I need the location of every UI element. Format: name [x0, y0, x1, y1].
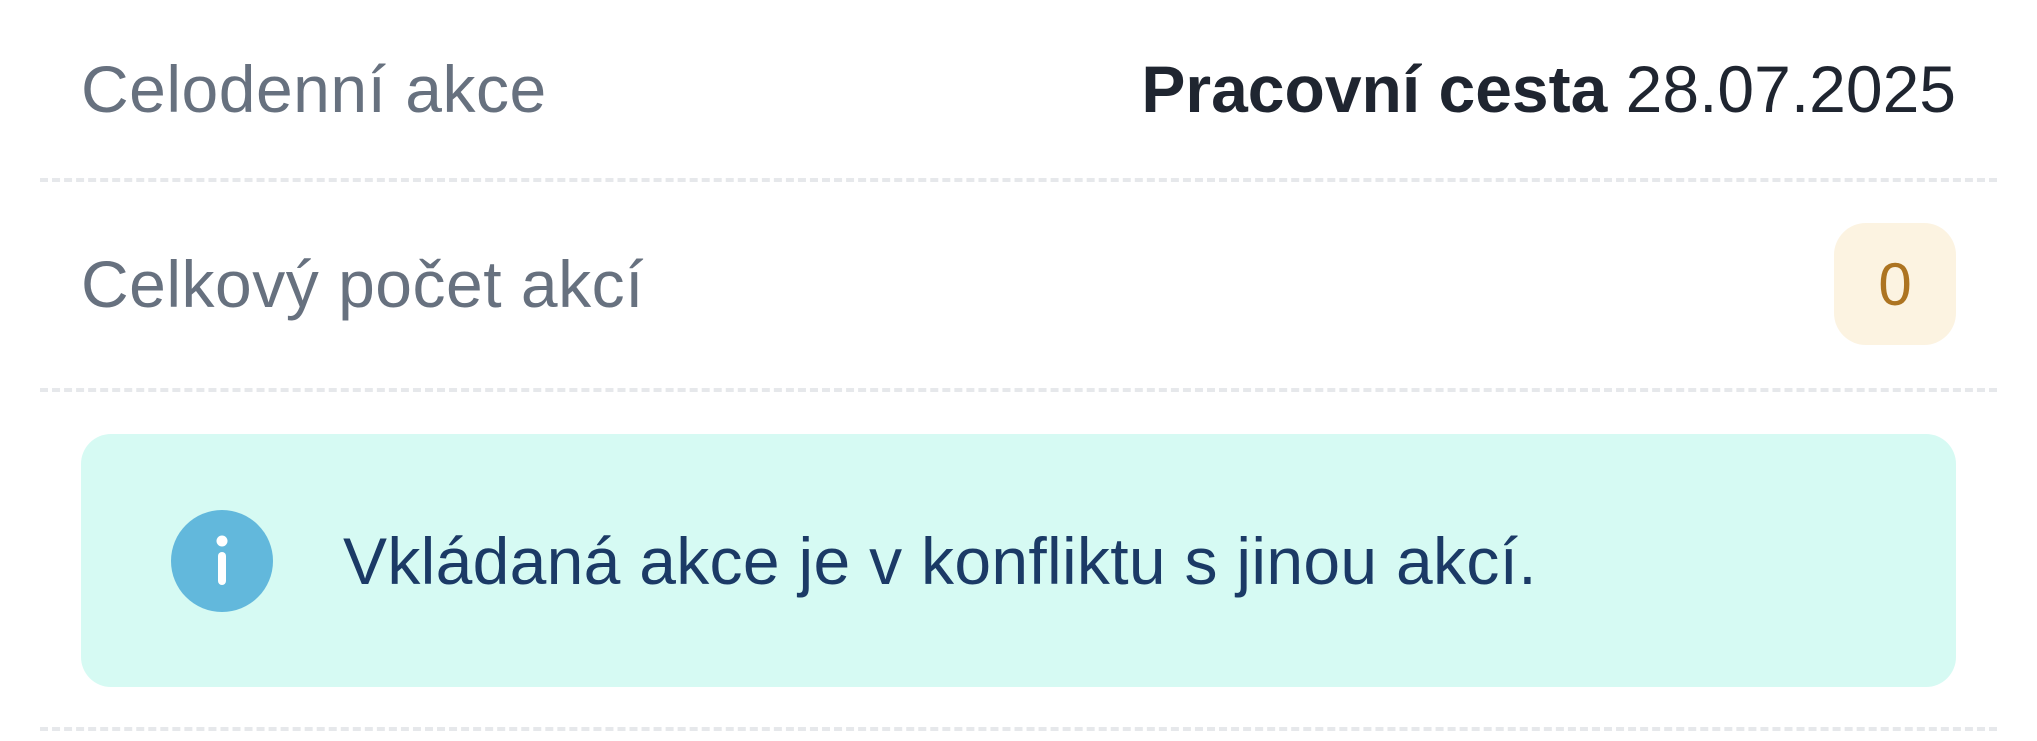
- row-divider: [40, 388, 1997, 392]
- info-icon: [171, 509, 273, 612]
- total-events-label: Celkový počet akcí: [81, 247, 644, 321]
- event-name: Pracovní cesta: [1141, 52, 1608, 126]
- conflict-alert: Vkládaná akce je v konfliktu s jinou akc…: [81, 434, 1956, 687]
- total-events-count-badge: 0: [1834, 223, 1956, 345]
- all-day-event-value: Pracovní cesta 28.07.2025: [1141, 51, 1956, 127]
- event-date: 28.07.2025: [1625, 52, 1956, 126]
- alert-message: Vkládaná akce je v konfliktu s jinou akc…: [343, 523, 1537, 598]
- total-events-row: Celkový počet akcí 0: [40, 180, 1997, 388]
- row-divider: [40, 727, 1997, 731]
- all-day-event-label: Celodenní akce: [81, 52, 547, 126]
- all-day-event-row: Celodenní akce Pracovní cesta 28.07.2025: [40, 0, 1997, 178]
